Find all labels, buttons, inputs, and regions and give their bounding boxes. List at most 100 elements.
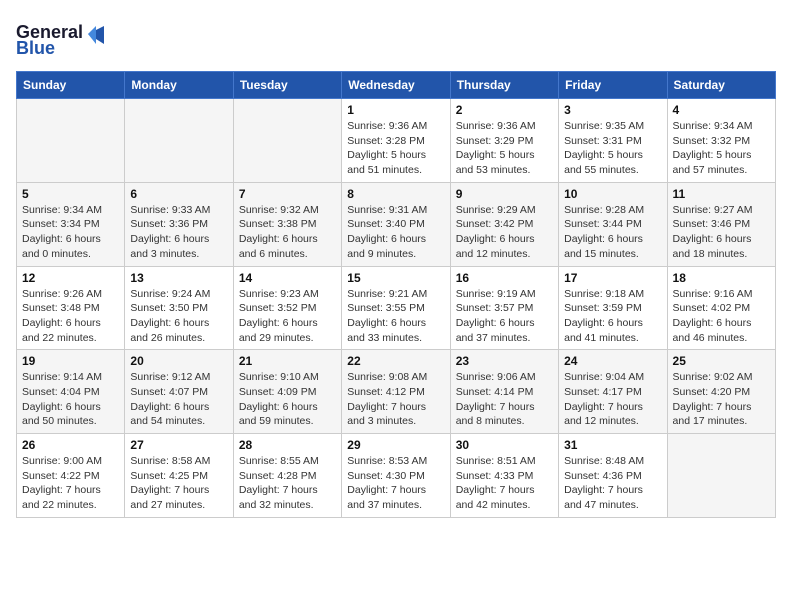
- calendar-day-cell: 1 Sunrise: 9:36 AM Sunset: 3:28 PM Daylig…: [342, 99, 450, 183]
- calendar-day-cell: 6 Sunrise: 9:33 AM Sunset: 3:36 PM Daylig…: [125, 182, 233, 266]
- day-of-week-thursday: Thursday: [450, 72, 558, 99]
- day-info: Sunrise: 9:12 AM Sunset: 4:07 PM Dayligh…: [130, 370, 227, 429]
- calendar-week-row: 12Sunrise: 9:26 AM Sunset: 3:48 PM Dayli…: [17, 266, 776, 350]
- day-info: Sunrise: 9:04 AM Sunset: 4:17 PM Dayligh…: [564, 370, 661, 429]
- svg-text:Blue: Blue: [16, 38, 55, 56]
- day-info: Sunrise: 9:02 AM Sunset: 4:20 PM Dayligh…: [673, 370, 770, 429]
- calendar-week-row: 19 Sunrise: 9:14 AM Sunset: 4:04 PM Dayli…: [17, 350, 776, 434]
- day-number: 24: [564, 354, 661, 368]
- day-number: 2: [456, 103, 553, 117]
- calendar-day-cell: 4 Sunrise: 9:34 AM Sunset: 3:32 PM Daylig…: [667, 99, 775, 183]
- calendar-day-cell: 27Sunrise: 8:58 AM Sunset: 4:25 PM Dayli…: [125, 434, 233, 518]
- logo-general-text: General Blue: [16, 16, 106, 61]
- day-number: 25: [673, 354, 770, 368]
- calendar-day-cell: 24 Sunrise: 9:04 AM Sunset: 4:17 PM Dayli…: [559, 350, 667, 434]
- day-info: Sunrise: 9:31 AM Sunset: 3:40 PM Dayligh…: [347, 203, 444, 262]
- day-info: Sunrise: 9:00 AM Sunset: 4:22 PM Dayligh…: [22, 454, 119, 513]
- day-number: 1: [347, 103, 444, 117]
- day-info: Sunrise: 9:32 AM Sunset: 3:38 PM Dayligh…: [239, 203, 336, 262]
- day-number: 20: [130, 354, 227, 368]
- day-number: 22: [347, 354, 444, 368]
- day-info: Sunrise: 9:29 AM Sunset: 3:42 PM Dayligh…: [456, 203, 553, 262]
- day-number: 31: [564, 438, 661, 452]
- day-number: 13: [130, 271, 227, 285]
- day-info: Sunrise: 9:28 AM Sunset: 3:44 PM Dayligh…: [564, 203, 661, 262]
- day-number: 16: [456, 271, 553, 285]
- calendar-day-cell: 18 Sunrise: 9:16 AM Sunset: 4:02 PM Dayli…: [667, 266, 775, 350]
- calendar-day-cell: 22 Sunrise: 9:08 AM Sunset: 4:12 PM Dayli…: [342, 350, 450, 434]
- day-number: 6: [130, 187, 227, 201]
- calendar-day-cell: 3Sunrise: 9:35 AM Sunset: 3:31 PM Daylig…: [559, 99, 667, 183]
- calendar-day-cell: 15Sunrise: 9:21 AM Sunset: 3:55 PM Dayli…: [342, 266, 450, 350]
- calendar-week-row: 5 Sunrise: 9:34 AM Sunset: 3:34 PM Daylig…: [17, 182, 776, 266]
- calendar-day-cell: 29 Sunrise: 8:53 AM Sunset: 4:30 PM Dayli…: [342, 434, 450, 518]
- day-info: Sunrise: 9:23 AM Sunset: 3:52 PM Dayligh…: [239, 287, 336, 346]
- calendar-day-cell: 13Sunrise: 9:24 AM Sunset: 3:50 PM Dayli…: [125, 266, 233, 350]
- day-info: Sunrise: 9:34 AM Sunset: 3:34 PM Dayligh…: [22, 203, 119, 262]
- day-number: 4: [673, 103, 770, 117]
- calendar-day-cell: 28 Sunrise: 8:55 AM Sunset: 4:28 PM Dayli…: [233, 434, 341, 518]
- day-info: Sunrise: 9:14 AM Sunset: 4:04 PM Dayligh…: [22, 370, 119, 429]
- day-number: 28: [239, 438, 336, 452]
- calendar-day-cell: 5 Sunrise: 9:34 AM Sunset: 3:34 PM Daylig…: [17, 182, 125, 266]
- calendar-day-cell: 9 Sunrise: 9:29 AM Sunset: 3:42 PM Daylig…: [450, 182, 558, 266]
- day-info: Sunrise: 8:55 AM Sunset: 4:28 PM Dayligh…: [239, 454, 336, 513]
- day-of-week-friday: Friday: [559, 72, 667, 99]
- calendar-day-cell: 2 Sunrise: 9:36 AM Sunset: 3:29 PM Daylig…: [450, 99, 558, 183]
- day-number: 11: [673, 187, 770, 201]
- day-info: Sunrise: 9:10 AM Sunset: 4:09 PM Dayligh…: [239, 370, 336, 429]
- day-number: 5: [22, 187, 119, 201]
- calendar-day-cell: 25 Sunrise: 9:02 AM Sunset: 4:20 PM Dayli…: [667, 350, 775, 434]
- day-of-week-wednesday: Wednesday: [342, 72, 450, 99]
- day-info: Sunrise: 9:33 AM Sunset: 3:36 PM Dayligh…: [130, 203, 227, 262]
- calendar-day-cell: 20 Sunrise: 9:12 AM Sunset: 4:07 PM Dayli…: [125, 350, 233, 434]
- day-info: Sunrise: 9:36 AM Sunset: 3:28 PM Dayligh…: [347, 119, 444, 178]
- day-info: Sunrise: 9:21 AM Sunset: 3:55 PM Dayligh…: [347, 287, 444, 346]
- calendar-day-cell: 8 Sunrise: 9:31 AM Sunset: 3:40 PM Daylig…: [342, 182, 450, 266]
- day-info: Sunrise: 9:27 AM Sunset: 3:46 PM Dayligh…: [673, 203, 770, 262]
- calendar-week-row: 26 Sunrise: 9:00 AM Sunset: 4:22 PM Dayli…: [17, 434, 776, 518]
- day-info: Sunrise: 9:08 AM Sunset: 4:12 PM Dayligh…: [347, 370, 444, 429]
- day-of-week-tuesday: Tuesday: [233, 72, 341, 99]
- day-number: 30: [456, 438, 553, 452]
- day-info: Sunrise: 9:26 AM Sunset: 3:48 PM Dayligh…: [22, 287, 119, 346]
- day-of-week-sunday: Sunday: [17, 72, 125, 99]
- day-number: 29: [347, 438, 444, 452]
- day-info: Sunrise: 9:19 AM Sunset: 3:57 PM Dayligh…: [456, 287, 553, 346]
- day-info: Sunrise: 9:36 AM Sunset: 3:29 PM Dayligh…: [456, 119, 553, 178]
- day-header-row: SundayMondayTuesdayWednesdayThursdayFrid…: [17, 72, 776, 99]
- day-of-week-saturday: Saturday: [667, 72, 775, 99]
- day-number: 26: [22, 438, 119, 452]
- calendar-day-cell: 21 Sunrise: 9:10 AM Sunset: 4:09 PM Dayli…: [233, 350, 341, 434]
- day-number: 10: [564, 187, 661, 201]
- day-number: 23: [456, 354, 553, 368]
- day-info: Sunrise: 8:51 AM Sunset: 4:33 PM Dayligh…: [456, 454, 553, 513]
- day-info: Sunrise: 9:35 AM Sunset: 3:31 PM Dayligh…: [564, 119, 661, 178]
- day-number: 18: [673, 271, 770, 285]
- calendar-day-cell: 10 Sunrise: 9:28 AM Sunset: 3:44 PM Dayli…: [559, 182, 667, 266]
- page-header: General Blue: [16, 16, 776, 61]
- empty-cell: [125, 99, 233, 183]
- day-info: Sunrise: 9:18 AM Sunset: 3:59 PM Dayligh…: [564, 287, 661, 346]
- empty-cell: [233, 99, 341, 183]
- day-number: 8: [347, 187, 444, 201]
- empty-cell: [667, 434, 775, 518]
- day-number: 9: [456, 187, 553, 201]
- day-info: Sunrise: 8:58 AM Sunset: 4:25 PM Dayligh…: [130, 454, 227, 513]
- logo: General Blue: [16, 16, 106, 61]
- calendar-day-cell: 30 Sunrise: 8:51 AM Sunset: 4:33 PM Dayli…: [450, 434, 558, 518]
- calendar-day-cell: 12Sunrise: 9:26 AM Sunset: 3:48 PM Dayli…: [17, 266, 125, 350]
- day-info: Sunrise: 8:48 AM Sunset: 4:36 PM Dayligh…: [564, 454, 661, 513]
- calendar-day-cell: 23Sunrise: 9:06 AM Sunset: 4:14 PM Dayli…: [450, 350, 558, 434]
- calendar-day-cell: 19 Sunrise: 9:14 AM Sunset: 4:04 PM Dayli…: [17, 350, 125, 434]
- calendar-day-cell: 7 Sunrise: 9:32 AM Sunset: 3:38 PM Daylig…: [233, 182, 341, 266]
- day-info: Sunrise: 8:53 AM Sunset: 4:30 PM Dayligh…: [347, 454, 444, 513]
- day-number: 21: [239, 354, 336, 368]
- day-info: Sunrise: 9:16 AM Sunset: 4:02 PM Dayligh…: [673, 287, 770, 346]
- empty-cell: [17, 99, 125, 183]
- day-number: 7: [239, 187, 336, 201]
- day-of-week-monday: Monday: [125, 72, 233, 99]
- day-info: Sunrise: 9:34 AM Sunset: 3:32 PM Dayligh…: [673, 119, 770, 178]
- day-number: 19: [22, 354, 119, 368]
- calendar-day-cell: 31 Sunrise: 8:48 AM Sunset: 4:36 PM Dayli…: [559, 434, 667, 518]
